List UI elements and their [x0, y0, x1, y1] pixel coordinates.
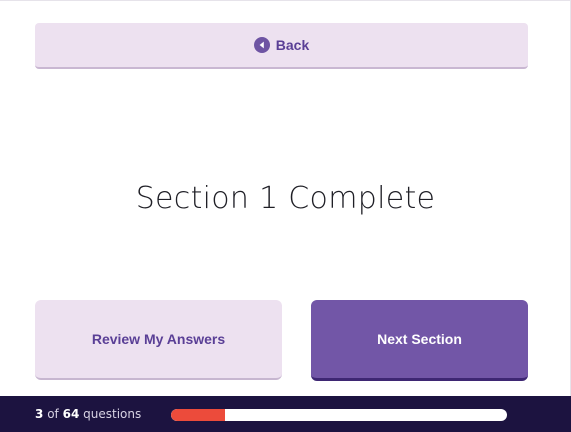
next-section-label: Next Section [377, 331, 462, 347]
question-counter: 3 of 64 questions [35, 396, 141, 432]
page-content: Back Section 1 Complete Review My Answer… [0, 0, 571, 396]
of-text: of [47, 407, 59, 421]
questions-text: questions [83, 407, 142, 421]
progress-bar-fill [171, 409, 225, 421]
total-question-number: 64 [62, 407, 80, 421]
back-button[interactable]: Back [35, 23, 528, 69]
review-answers-button[interactable]: Review My Answers [35, 300, 282, 380]
current-question-number: 3 [35, 407, 44, 421]
progress-footer: 3 of 64 questions [0, 396, 571, 432]
next-section-button[interactable]: Next Section [311, 300, 528, 381]
review-answers-label: Review My Answers [91, 331, 226, 347]
circle-left-arrow-icon [253, 37, 270, 53]
section-complete-title: Section 1 Complete [135, 181, 436, 216]
progress-bar [171, 409, 507, 421]
back-label: Back [275, 37, 310, 53]
